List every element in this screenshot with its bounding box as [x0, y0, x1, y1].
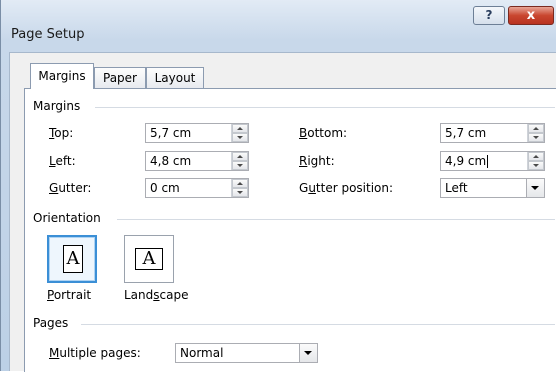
spin-down-icon[interactable]: [232, 188, 248, 197]
spin-down-icon[interactable]: [232, 161, 248, 170]
dialog-window: Page Setup ? x Margins Paper Layout Marg…: [0, 0, 556, 372]
gutter-input[interactable]: 0 cm: [145, 178, 249, 198]
margins-tab-panel: Margins Top: 5,7 cm Bottom: 5,7 cm Left:…: [24, 88, 556, 372]
top-margin-input[interactable]: 5,7 cm: [145, 123, 249, 143]
tab-layout[interactable]: Layout: [146, 67, 204, 89]
spin-up-icon[interactable]: [528, 124, 544, 133]
chevron-down-icon[interactable]: [526, 179, 544, 197]
gutter-label: Gutter:: [49, 181, 92, 195]
spin-down-icon[interactable]: [232, 133, 248, 142]
pages-divider: [81, 324, 555, 325]
chevron-down-icon[interactable]: [299, 344, 317, 362]
spin-up-icon[interactable]: [232, 124, 248, 133]
dialog-client-area: Margins Paper Layout Margins Top: 5,7 cm…: [9, 52, 556, 372]
portrait-page-icon: A: [63, 245, 83, 273]
top-label: Top:: [49, 126, 74, 140]
left-margin-input[interactable]: 4,8 cm: [145, 151, 249, 171]
tab-margins[interactable]: Margins: [30, 63, 94, 89]
dialog-title: Page Setup: [11, 27, 85, 42]
help-button[interactable]: ?: [473, 6, 505, 25]
landscape-button[interactable]: A: [124, 235, 174, 283]
gutter-spinner[interactable]: [231, 179, 248, 197]
multiple-pages-label: Multiple pages:: [49, 346, 141, 360]
top-margin-spinner[interactable]: [231, 124, 248, 142]
bottom-margin-spinner[interactable]: [527, 124, 544, 142]
orientation-group-label: Orientation: [33, 211, 101, 225]
right-margin-spinner[interactable]: [527, 152, 544, 170]
spin-up-icon[interactable]: [232, 179, 248, 188]
tab-paper[interactable]: Paper: [94, 67, 146, 89]
margins-divider: [95, 107, 555, 108]
landscape-page-icon: A: [135, 248, 163, 270]
margins-group-label: Margins: [33, 99, 81, 113]
right-margin-input[interactable]: 4,9 cm: [440, 151, 545, 171]
close-button[interactable]: x: [508, 6, 554, 25]
multiple-pages-select[interactable]: Normal: [175, 343, 318, 363]
left-label: Left:: [49, 154, 76, 168]
text-caret: [487, 155, 489, 168]
pages-group-label: Pages: [33, 316, 69, 330]
portrait-button[interactable]: A: [47, 235, 97, 283]
gutter-position-select[interactable]: Left: [440, 178, 545, 198]
spin-up-icon[interactable]: [528, 152, 544, 161]
bottom-label: Bottom:: [299, 126, 348, 140]
spin-up-icon[interactable]: [232, 152, 248, 161]
orientation-divider: [117, 219, 555, 220]
spin-down-icon[interactable]: [528, 133, 544, 142]
landscape-label: Landscape: [124, 288, 189, 302]
left-margin-spinner[interactable]: [231, 152, 248, 170]
right-label: Right:: [299, 154, 335, 168]
gutter-position-label: Gutter position:: [299, 181, 394, 195]
bottom-margin-input[interactable]: 5,7 cm: [440, 123, 545, 143]
portrait-label: Portrait: [47, 288, 92, 302]
right-margin-value: 4,9 cm: [445, 154, 487, 168]
spin-down-icon[interactable]: [528, 161, 544, 170]
